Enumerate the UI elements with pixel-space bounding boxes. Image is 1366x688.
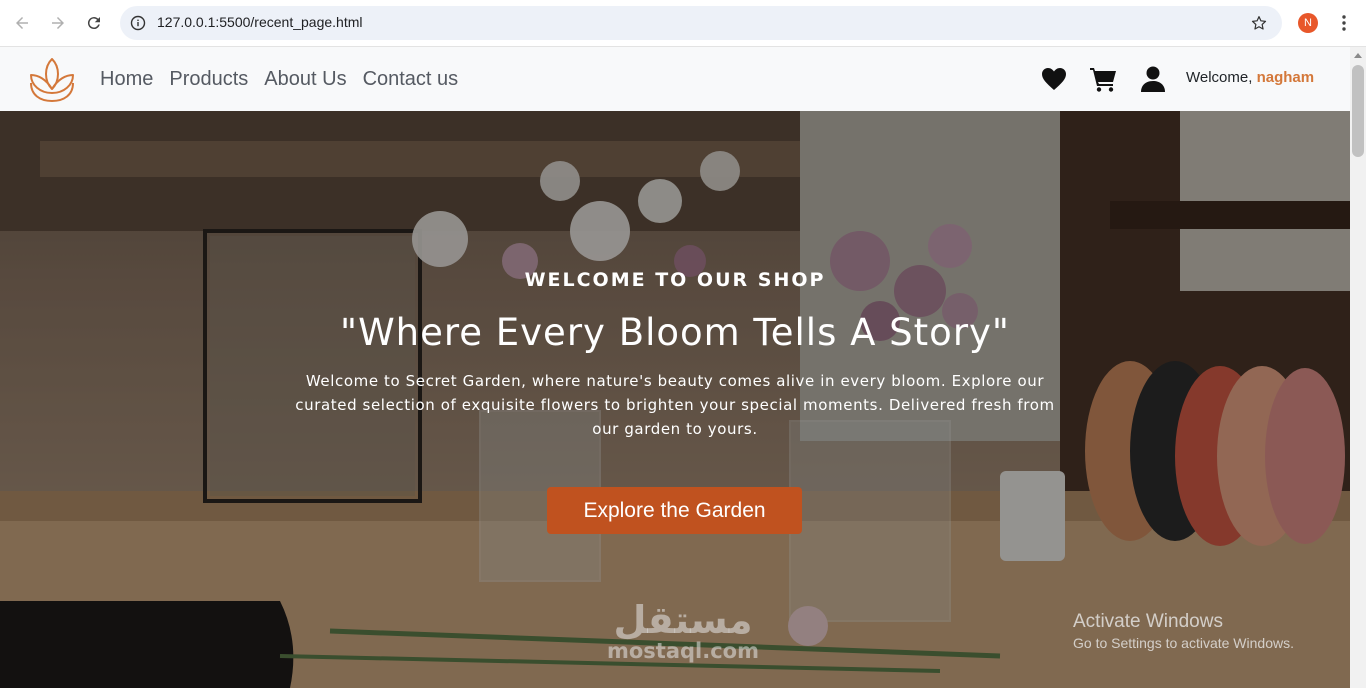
forward-arrow-icon (52, 17, 64, 29)
logo-lotus-icon[interactable] (26, 55, 78, 103)
site-info-icon[interactable] (130, 15, 146, 31)
scroll-thumb[interactable] (1352, 65, 1364, 157)
cart-icon[interactable] (1089, 65, 1117, 93)
main-nav: Home Products About Us Contact us (100, 47, 458, 111)
page-scrollbar[interactable] (1350, 47, 1366, 688)
watermark-arabic: مستقل (613, 598, 753, 642)
heart-icon[interactable] (1040, 65, 1068, 93)
address-bar[interactable]: 127.0.0.1:5500/recent_page.html (120, 6, 1282, 40)
url-text[interactable]: 127.0.0.1:5500/recent_page.html (157, 14, 363, 30)
activate-windows-title: Activate Windows (1073, 611, 1223, 632)
reload-button[interactable] (82, 11, 106, 35)
site-header: Home Products About Us Contact us Welcom… (0, 47, 1350, 111)
mostaql-watermark: مستقل mostaql.com (598, 601, 768, 663)
user-icon[interactable] (1139, 65, 1167, 93)
forward-button[interactable] (46, 11, 70, 35)
welcome-message: Welcome, nagham (1186, 69, 1314, 86)
browser-menu-icon[interactable] (1334, 13, 1354, 33)
back-arrow-icon (16, 17, 28, 29)
activate-windows-subtitle: Go to Settings to activate Windows. (1073, 635, 1294, 651)
reload-icon (87, 17, 100, 30)
explore-garden-button[interactable]: Explore the Garden (547, 487, 802, 534)
welcome-prefix: Welcome, (1186, 69, 1257, 86)
browser-toolbar: 127.0.0.1:5500/recent_page.html N (0, 0, 1366, 47)
hero-headline: "Where Every Bloom Tells A Story" (340, 311, 1010, 354)
bookmark-star-icon[interactable] (1250, 14, 1268, 32)
username: nagham (1256, 69, 1315, 86)
profile-avatar[interactable]: N (1298, 13, 1318, 33)
hero-subtext: Welcome to Secret Garden, where nature's… (295, 372, 1055, 438)
hero-section: WELCOME TO OUR SHOP "Where Every Bloom T… (0, 111, 1350, 688)
nav-contact-us[interactable]: Contact us (363, 68, 459, 91)
nav-home[interactable]: Home (100, 68, 153, 91)
nav-products[interactable]: Products (169, 68, 248, 91)
scroll-up-arrow-icon[interactable] (1354, 53, 1362, 58)
watermark-domain: mostaql.com (607, 639, 759, 663)
activate-windows-notice: Activate Windows Go to Settings to activ… (1073, 611, 1294, 651)
back-button[interactable] (10, 11, 34, 35)
nav-about-us[interactable]: About Us (264, 68, 346, 91)
hero-eyebrow: WELCOME TO OUR SHOP (524, 269, 826, 291)
